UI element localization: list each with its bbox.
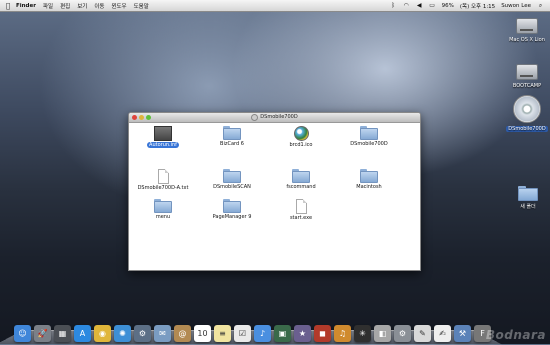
folder-icon [518, 186, 538, 201]
document-icon [295, 199, 307, 214]
file-item-brcd1[interactable]: brcd1.ico [271, 126, 331, 148]
folder-icon [154, 199, 172, 213]
folder-icon [360, 126, 378, 140]
dock-address-book-icon[interactable]: @ [174, 325, 191, 342]
window-title: DSmobile700D [260, 114, 298, 120]
file-name: brcd1.ico [289, 142, 313, 148]
file-item-dsmobile700d[interactable]: DSmobile700D [339, 126, 399, 147]
dock-chrome-icon[interactable]: ◉ [94, 325, 111, 342]
dock-safari-icon[interactable]: ✺ [114, 325, 131, 342]
menu-file[interactable]: 파일 [43, 2, 53, 10]
desktop-icon-mac-os-x-lion[interactable]: Mac OS X Lion [505, 18, 549, 43]
dock-mission-control-icon[interactable]: ▦ [54, 325, 71, 342]
file-item-fscommand[interactable]: fscommand [271, 169, 331, 190]
hard-drive-icon [516, 18, 538, 34]
hard-drive-icon [516, 64, 538, 80]
battery-percent[interactable]: 96% [442, 3, 454, 9]
wifi-icon[interactable]: ◠ [403, 2, 410, 9]
minimize-button[interactable] [139, 115, 144, 120]
desktop-icon-label: BOOTCAMP [512, 83, 542, 89]
dock-script-editor-icon[interactable]: ✎ [414, 325, 431, 342]
file-item-autorun[interactable]: Autorun.inf [133, 126, 193, 148]
dock-preview-icon[interactable]: ◧ [374, 325, 391, 342]
zoom-button[interactable] [146, 115, 151, 120]
menu-clock[interactable]: (목) 오후 1:15 [460, 2, 495, 10]
dock: ☺ 🚀 ▦ A ◉ ✺ ⚙ ✉ @10 ≡ ☑ ♪ ▣ ★ ◼ ♫ ✳ ◧ ⚙ ✎ ✍ ⚒ F [14, 318, 491, 342]
status-area: ᛒ ◠ ◀ ▭ 96% (목) 오후 1:15 Suwon Lee ⌕ [390, 2, 550, 10]
file-name: fscommand [286, 184, 316, 190]
file-name: DSmobileSCAN [213, 184, 251, 190]
dock-system-preferences-icon[interactable]: ⚙ [394, 325, 411, 342]
menu-go[interactable]: 이동 [94, 2, 104, 10]
menu-help[interactable]: 도움말 [134, 2, 149, 10]
file-item-dsmobile700d-a[interactable]: DSmobile700D-A.txt [133, 169, 193, 191]
dock-imovie-icon[interactable]: ★ [294, 325, 311, 342]
file-item-menu[interactable]: menu [133, 199, 193, 220]
file-name: menu [155, 214, 171, 220]
folder-icon [292, 169, 310, 183]
ico-file-icon [293, 126, 309, 141]
dock-app-store-icon[interactable]: A [74, 325, 91, 342]
bluetooth-icon[interactable]: ᛒ [390, 2, 397, 9]
folder-icon [223, 199, 241, 213]
desktop-icon-dsmobile700d[interactable]: DSmobile700D [505, 95, 549, 132]
file-name: start.exe [289, 215, 313, 221]
file-grid: Autorun.inf BizCard 6 brcd1.ico DSmobile… [129, 123, 420, 270]
file-item-pagemanager[interactable]: PageManager 9 [202, 199, 262, 220]
file-name: DSmobile700D-A.txt [137, 185, 189, 191]
spotlight-icon[interactable]: ⌕ [537, 2, 544, 9]
file-item-bizcard[interactable]: BizCard 6 [202, 126, 262, 147]
window-controls [132, 115, 151, 120]
desktop-icon-label: Mac OS X Lion [509, 37, 545, 43]
disc-icon [251, 114, 259, 121]
dock-utilities-icon[interactable]: ⚒ [454, 325, 471, 342]
file-item-macintosh[interactable]: Macintosh [339, 169, 399, 190]
close-button[interactable] [132, 115, 137, 120]
dock-textedit-icon[interactable]: ✍ [434, 325, 451, 342]
file-item-dsmobilescan[interactable]: DSmobileSCAN [202, 169, 262, 190]
file-item-start-exe[interactable]: start.exe [271, 199, 331, 221]
dock-iphoto-icon[interactable]: ▣ [274, 325, 291, 342]
menu-edit[interactable]: 편집 [60, 2, 70, 10]
menu-finder[interactable]: Finder [16, 3, 36, 9]
folder-icon [223, 126, 241, 140]
desktop-icon-new-folder[interactable]: 새 폴더 [506, 186, 550, 210]
battery-icon[interactable]: ▭ [429, 2, 436, 9]
inf-file-icon [154, 126, 172, 141]
menu-view[interactable]: 보기 [77, 2, 87, 10]
dock-notes-icon[interactable]: ≡ [214, 325, 231, 342]
finder-window[interactable]: DSmobile700D Autorun.inf BizCard 6 brcd1… [128, 112, 421, 271]
folder-icon [223, 169, 241, 183]
file-name: DSmobile700D [350, 141, 388, 147]
disc-icon [513, 95, 541, 123]
apple-menu-icon[interactable]:  [0, 2, 16, 10]
dock-mail-icon[interactable]: ✉ [154, 325, 171, 342]
dock-launchpad-icon[interactable]: 🚀 [34, 325, 51, 342]
dock-system-utility-icon[interactable]: ⚙ [134, 325, 151, 342]
volume-icon[interactable]: ◀ [416, 2, 423, 9]
desktop-icon-label: DSmobile700D [506, 126, 548, 132]
file-name: Autorun.inf [147, 142, 179, 148]
dock-aperture-icon[interactable]: ✳ [354, 325, 371, 342]
user-name[interactable]: Suwon Lee [501, 3, 531, 9]
folder-icon [360, 169, 378, 183]
dock-itunes-icon[interactable]: ♪ [254, 325, 271, 342]
dock-reminders-icon[interactable]: ☑ [234, 325, 251, 342]
document-icon [157, 169, 169, 184]
desktop-icon-label: 새 폴더 [520, 204, 536, 210]
desktop-icon-bootcamp[interactable]: BOOTCAMP [505, 64, 549, 89]
file-name: PageManager 9 [212, 214, 252, 220]
menu-bar:  Finder 파일 편집 보기 이동 윈도우 도움말 ᛒ ◠ ◀ ▭ 96%… [0, 0, 550, 12]
menu-window[interactable]: 윈도우 [111, 2, 126, 10]
watermark: Bodnara [485, 328, 546, 342]
dock-garageband-icon[interactable]: ♫ [334, 325, 351, 342]
dock-photo-booth-icon[interactable]: ◼ [314, 325, 331, 342]
file-name: BizCard 6 [220, 141, 244, 147]
dock-finder-icon[interactable]: ☺ [14, 325, 31, 342]
file-name: Macintosh [356, 184, 382, 190]
dock-calendar-icon[interactable]: 10 [194, 325, 211, 342]
window-titlebar[interactable]: DSmobile700D [129, 113, 420, 123]
